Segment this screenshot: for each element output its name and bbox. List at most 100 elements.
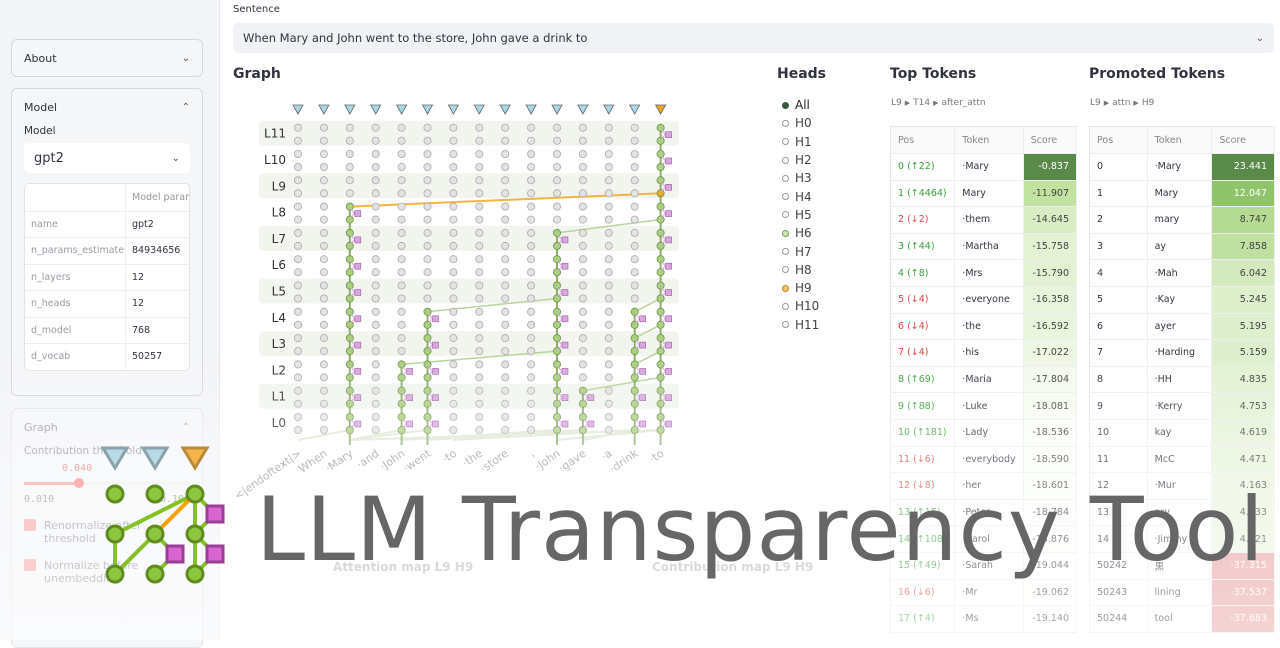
- graph-node[interactable]: [475, 373, 484, 382]
- graph-node[interactable]: [371, 162, 380, 171]
- graph-node[interactable]: [630, 425, 639, 434]
- graph-node[interactable]: [604, 123, 613, 132]
- graph-node[interactable]: [371, 123, 380, 132]
- graph-node[interactable]: [475, 425, 484, 434]
- graph-node[interactable]: [345, 176, 354, 185]
- ffn-node[interactable]: [639, 420, 647, 428]
- table-row[interactable]: 17 (↑4) ·Ms -19.140: [890, 605, 1078, 633]
- ffn-node[interactable]: [432, 420, 439, 428]
- graph-node[interactable]: [578, 123, 587, 132]
- graph-node[interactable]: [656, 255, 665, 264]
- graph-node[interactable]: [656, 149, 665, 158]
- graph-node[interactable]: [319, 281, 328, 290]
- graph-node[interactable]: [553, 162, 562, 171]
- table-row[interactable]: 3 (↑44) ·Martha -15.758: [890, 232, 1078, 260]
- ffn-node[interactable]: [665, 210, 672, 217]
- table-row[interactable]: 10 kay 4.619: [1089, 418, 1275, 447]
- graph-node[interactable]: [475, 360, 484, 369]
- graph-node[interactable]: [397, 268, 406, 277]
- graph-node[interactable]: [553, 255, 562, 264]
- graph-node[interactable]: [293, 320, 302, 329]
- graph-node[interactable]: [449, 360, 458, 369]
- graph-node[interactable]: [371, 215, 380, 224]
- ffn-node[interactable]: [354, 262, 362, 270]
- graph-node[interactable]: [423, 136, 432, 145]
- graph-node[interactable]: [423, 189, 432, 198]
- graph-node[interactable]: [656, 136, 665, 145]
- graph-node[interactable]: [397, 334, 406, 343]
- graph-node[interactable]: [397, 241, 406, 250]
- ffn-node[interactable]: [354, 210, 362, 217]
- graph-node[interactable]: [578, 202, 587, 211]
- ffn-node[interactable]: [665, 236, 672, 244]
- graph-node[interactable]: [630, 241, 639, 250]
- ffn-node[interactable]: [561, 341, 569, 349]
- graph-node[interactable]: [449, 255, 458, 264]
- table-row[interactable]: 9 (↑88) ·Luke -18.081: [890, 392, 1078, 420]
- graph-node[interactable]: [293, 176, 302, 185]
- graph-node[interactable]: [501, 202, 510, 211]
- graph-node[interactable]: [604, 162, 613, 171]
- table-row[interactable]: 11 (↓6) ·everybody -18.590: [890, 445, 1078, 473]
- graph-node[interactable]: [397, 228, 406, 237]
- graph-node[interactable]: [449, 320, 458, 329]
- graph-node[interactable]: [345, 241, 354, 250]
- graph-node[interactable]: [501, 373, 510, 382]
- graph-node[interactable]: [604, 176, 613, 185]
- graph-node[interactable]: [449, 215, 458, 224]
- ffn-node[interactable]: [354, 420, 362, 428]
- graph-node[interactable]: [371, 189, 380, 198]
- graph-node[interactable]: [319, 307, 328, 316]
- graph-node[interactable]: [397, 412, 406, 421]
- graph-node[interactable]: [630, 320, 639, 329]
- graph-node[interactable]: [345, 307, 354, 316]
- graph-node[interactable]: [630, 399, 639, 408]
- graph-node[interactable]: [656, 202, 665, 211]
- graph-node[interactable]: [475, 334, 484, 343]
- graph-node[interactable]: [423, 228, 432, 237]
- graph-node[interactable]: [501, 215, 510, 224]
- graph-node[interactable]: [604, 360, 613, 369]
- graph-node[interactable]: [553, 386, 562, 395]
- graph-node[interactable]: [371, 136, 380, 145]
- token-label[interactable]: ·store: [478, 447, 511, 476]
- graph-node[interactable]: [449, 228, 458, 237]
- token-marker-icon[interactable]: [421, 104, 434, 115]
- graph-node[interactable]: [578, 412, 587, 421]
- graph-node[interactable]: [501, 412, 510, 421]
- ffn-node[interactable]: [639, 368, 647, 375]
- graph-node[interactable]: [527, 268, 536, 277]
- ffn-node[interactable]: [665, 157, 672, 165]
- graph-node[interactable]: [371, 241, 380, 250]
- graph-node[interactable]: [423, 373, 432, 382]
- graph-node[interactable]: [604, 255, 613, 264]
- graph-node[interactable]: [501, 294, 510, 303]
- graph-node[interactable]: [501, 425, 510, 434]
- head-option-h1[interactable]: H1: [782, 133, 819, 151]
- table-row[interactable]: 4 (↑8) ·Mrs -15.790: [890, 259, 1078, 287]
- graph-node[interactable]: [630, 136, 639, 145]
- graph-node[interactable]: [345, 360, 354, 369]
- graph-node[interactable]: [371, 281, 380, 290]
- graph-node[interactable]: [578, 215, 587, 224]
- graph-node[interactable]: [423, 149, 432, 158]
- graph-node[interactable]: [371, 425, 380, 434]
- ffn-node[interactable]: [587, 420, 595, 428]
- graph-node[interactable]: [397, 176, 406, 185]
- graph-node[interactable]: [553, 320, 562, 329]
- ffn-node[interactable]: [665, 341, 672, 349]
- graph-node[interactable]: [578, 228, 587, 237]
- graph-node[interactable]: [319, 399, 328, 408]
- graph-node[interactable]: [423, 215, 432, 224]
- graph-node[interactable]: [423, 386, 432, 395]
- graph-node[interactable]: [527, 281, 536, 290]
- graph-node[interactable]: [345, 268, 354, 277]
- graph-node[interactable]: [319, 373, 328, 382]
- ffn-node[interactable]: [354, 236, 362, 244]
- head-option-h0[interactable]: H0: [782, 114, 819, 132]
- table-row[interactable]: 1 (↑4464) Mary -11.907: [890, 179, 1078, 207]
- graph-node[interactable]: [293, 149, 302, 158]
- graph-node[interactable]: [630, 149, 639, 158]
- graph-node[interactable]: [397, 294, 406, 303]
- token-marker-icon[interactable]: [447, 104, 460, 115]
